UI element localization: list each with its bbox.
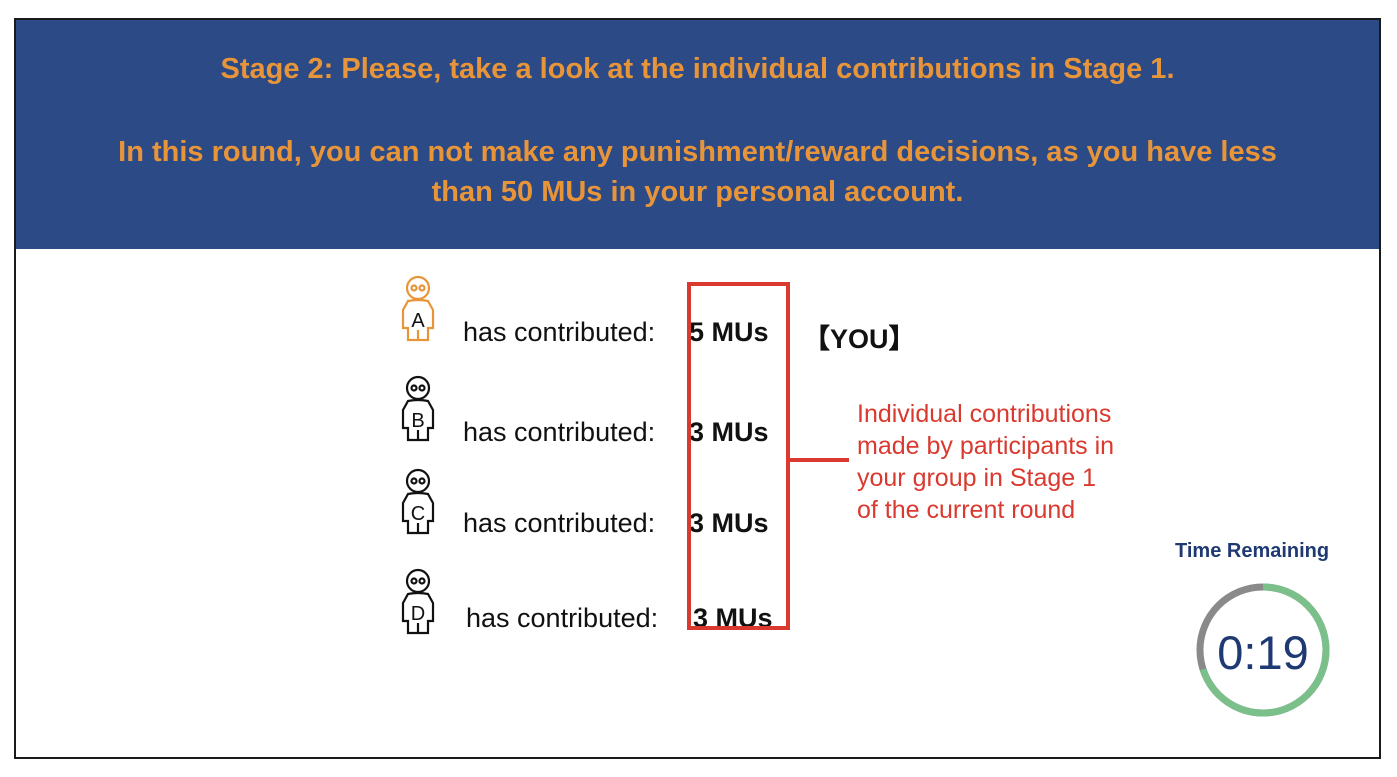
svg-text:B: B bbox=[411, 410, 424, 432]
svg-text:A: A bbox=[411, 310, 425, 332]
you-tag: 【YOU】 bbox=[803, 324, 916, 354]
participant-row-d: D has contributed: 3 MUs bbox=[393, 563, 933, 643]
person-icon: D bbox=[401, 568, 435, 635]
svg-text:C: C bbox=[411, 503, 425, 525]
contribution-label: has contributed: bbox=[463, 508, 656, 538]
contributions-highlight-box bbox=[687, 282, 790, 630]
annotation-line: made by participants in bbox=[857, 432, 1115, 460]
timer-value: 0:19 bbox=[1217, 626, 1309, 679]
participant-row-c: C has contributed: 3 MUs bbox=[393, 463, 933, 543]
timer-title: Time Remaining bbox=[1175, 540, 1330, 562]
participant-row-a: A has contributed: 5 MUs 【YOU】 bbox=[393, 270, 933, 354]
annotation-text: Individual contributions made by partici… bbox=[857, 398, 1177, 526]
annotation-line: your group in Stage 1 bbox=[857, 464, 1097, 492]
annotation-connector bbox=[789, 458, 849, 462]
contribution-label: has contributed: bbox=[463, 417, 656, 447]
instruction-message: In this round, you can not make any puni… bbox=[118, 136, 1277, 208]
person-icon: A bbox=[401, 275, 435, 342]
instruction-banner: Stage 2: Please, take a look at the indi… bbox=[16, 20, 1379, 249]
annotation-line: Individual contributions bbox=[857, 400, 1112, 428]
svg-text:D: D bbox=[411, 603, 425, 625]
participant-row-b: B has contributed: 3 MUs bbox=[393, 370, 933, 450]
person-icon: C bbox=[401, 468, 435, 535]
annotation-line: of the current round bbox=[857, 496, 1076, 524]
person-icon: B bbox=[401, 375, 435, 442]
stage-title: Stage 2: Please, take a look at the indi… bbox=[220, 53, 1175, 85]
contribution-label: has contributed: bbox=[463, 317, 656, 347]
contribution-label: has contributed: bbox=[466, 603, 659, 633]
